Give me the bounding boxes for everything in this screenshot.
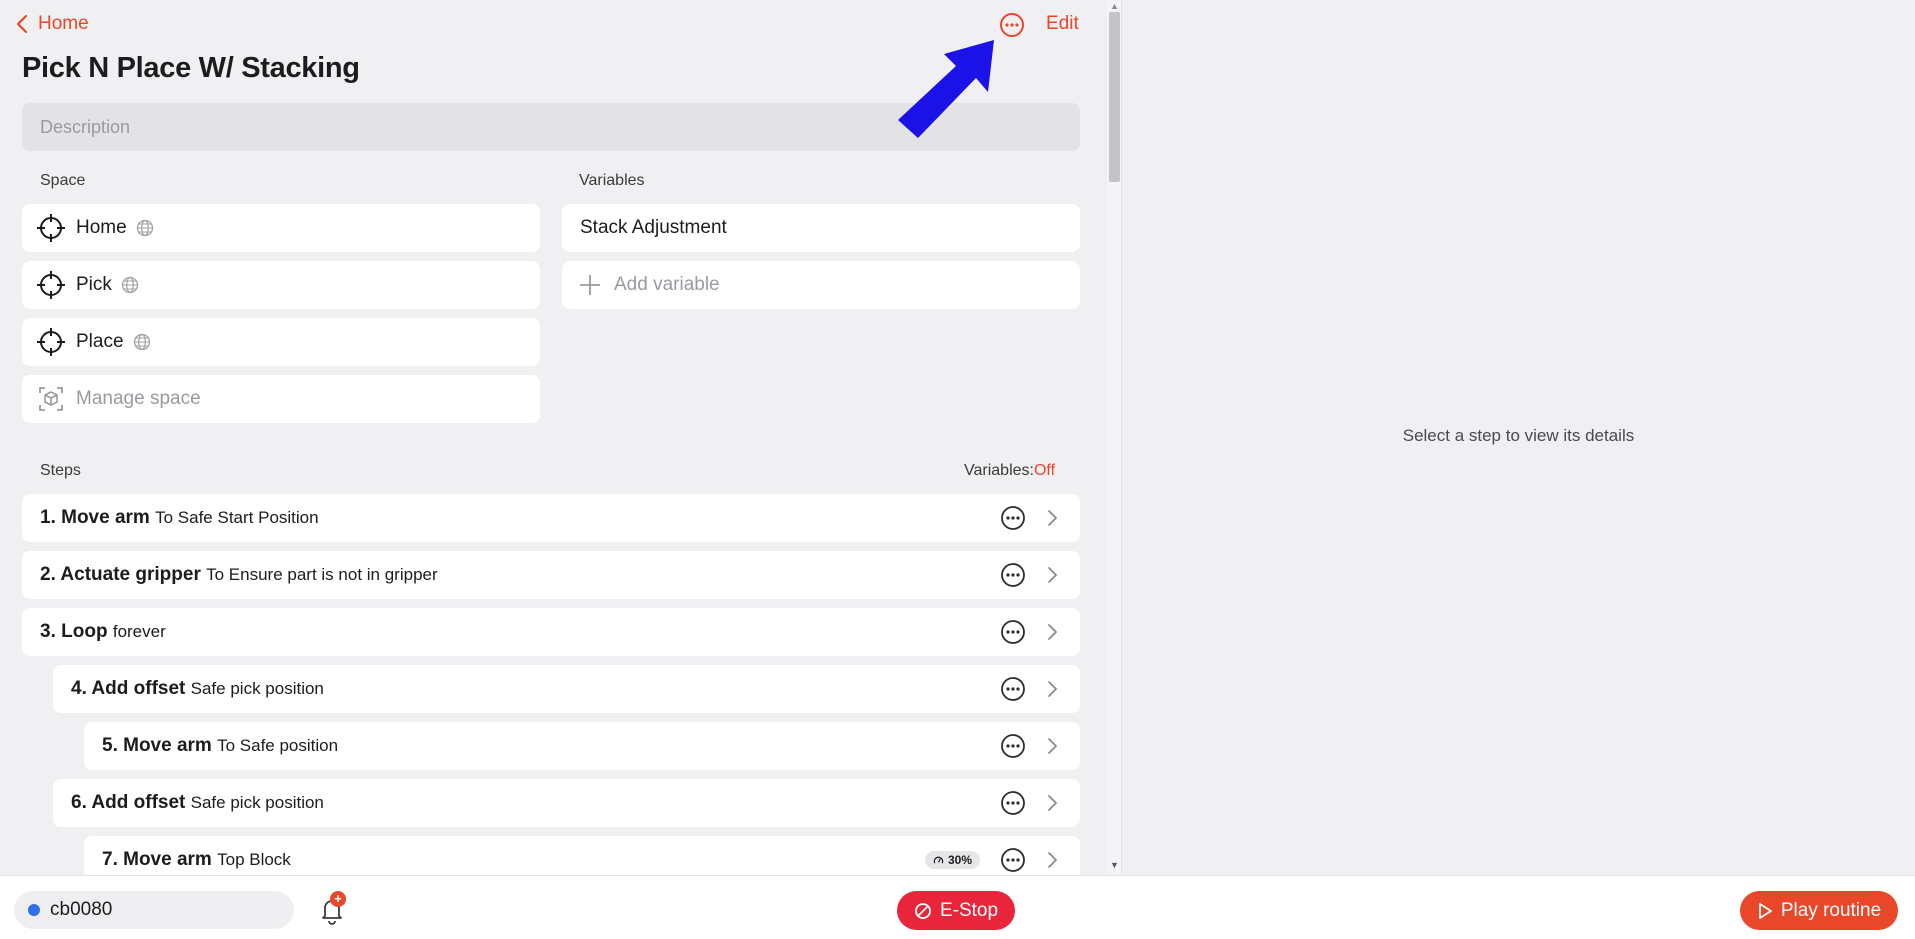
step-row-4[interactable]: 4. Add offset Safe pick position <box>53 665 1080 713</box>
routine-panel: Home Edit Pick N Place W/ Stacking Descr… <box>0 0 1107 875</box>
step-title: 6. Add offset <box>71 792 186 813</box>
chevron-right-icon[interactable] <box>1046 680 1058 698</box>
more-options-icon[interactable] <box>999 12 1025 38</box>
step-detail: forever <box>112 622 166 641</box>
variables-toggle-label: Variables: <box>964 462 1034 479</box>
play-icon <box>1758 902 1772 919</box>
step-title: 2. Actuate gripper <box>40 564 201 585</box>
device-status-dot <box>28 904 40 916</box>
crosshair-icon <box>37 328 65 356</box>
space-section-label: Space <box>40 172 86 189</box>
chevron-right-icon[interactable] <box>1046 737 1058 755</box>
space-item-place[interactable]: Place <box>22 318 540 366</box>
step-detail: Safe pick position <box>190 793 324 812</box>
variables-toggle-value: Off <box>1033 462 1056 479</box>
play-routine-label: Play routine <box>1780 899 1882 921</box>
space-item-home[interactable]: Home <box>22 204 540 252</box>
globe-icon <box>121 276 139 294</box>
steps-section-label: Steps <box>40 462 81 479</box>
space-item-label: Home <box>76 217 127 238</box>
step-detail: Top Block <box>217 850 291 869</box>
step-text: 2. Actuate gripper To Ensure part is not… <box>22 564 1000 586</box>
step-row-3[interactable]: 3. Loop forever <box>22 608 1080 656</box>
description-input[interactable]: Description <box>22 103 1080 151</box>
step-more-icon[interactable] <box>1000 676 1026 702</box>
scroll-up-icon[interactable]: ▲ <box>1110 1 1119 11</box>
space-item-pick[interactable]: Pick <box>22 261 540 309</box>
scrollbar-thumb[interactable] <box>1109 12 1120 182</box>
add-variable-label: Add variable <box>614 274 720 295</box>
step-title: 1. Move arm <box>40 507 150 528</box>
speed-gauge-icon <box>933 856 944 864</box>
chevron-right-icon[interactable] <box>1046 566 1058 584</box>
step-text: 7. Move arm Top Block <box>84 849 925 871</box>
top-bar: Home Edit <box>0 0 1107 50</box>
step-row-5[interactable]: 5. Move arm To Safe position <box>84 722 1080 770</box>
step-title: 5. Move arm <box>102 735 212 756</box>
play-routine-button[interactable]: Play routine <box>1740 891 1898 930</box>
chevron-right-icon[interactable] <box>1046 851 1058 869</box>
speed-badge-value: 30% <box>947 853 972 867</box>
step-title: 7. Move arm <box>102 849 212 870</box>
chevron-right-icon[interactable] <box>1046 794 1058 812</box>
estop-button[interactable]: E-Stop <box>897 891 1015 930</box>
step-more-icon[interactable] <box>1000 562 1026 588</box>
bottom-bar: cb0080 + E-Stop Play routine <box>0 875 1915 939</box>
step-text: 6. Add offset Safe pick position <box>53 792 1000 814</box>
step-text: 1. Move arm To Safe Start Position <box>22 507 1000 529</box>
step-more-icon[interactable] <box>1000 619 1026 645</box>
chevron-right-icon[interactable] <box>1046 509 1058 527</box>
step-more-icon[interactable] <box>1000 505 1026 531</box>
step-detail: To Safe Start Position <box>155 508 319 527</box>
add-variable-button[interactable]: Add variable <box>562 261 1080 309</box>
manage-space-button[interactable]: Manage space <box>22 375 540 423</box>
space-item-label: Pick <box>76 274 112 295</box>
chevron-left-icon <box>16 14 28 34</box>
step-row-6[interactable]: 6. Add offset Safe pick position <box>53 779 1080 827</box>
back-home-label: Home <box>38 13 89 34</box>
step-more-icon[interactable] <box>1000 847 1026 873</box>
globe-icon <box>136 219 153 237</box>
estop-label: E-Stop <box>939 899 999 921</box>
edit-button[interactable]: Edit <box>1046 13 1079 35</box>
step-title: 4. Add offset <box>71 678 186 699</box>
back-home-link[interactable]: Home <box>16 13 89 35</box>
step-row-7[interactable]: 7. Move arm Top Block 30% <box>84 836 1080 875</box>
step-text: 4. Add offset Safe pick position <box>53 678 1000 700</box>
app-root: Home Edit Pick N Place W/ Stacking Descr… <box>0 0 1915 939</box>
step-detail: To Safe position <box>217 736 339 755</box>
step-row-2[interactable]: 2. Actuate gripper To Ensure part is not… <box>22 551 1080 599</box>
page-title: Pick N Place W/ Stacking <box>22 52 360 84</box>
variables-toggle[interactable]: Variables:Off <box>964 462 1055 480</box>
notification-badge: + <box>330 891 346 907</box>
step-text: 3. Loop forever <box>22 621 1000 643</box>
cube-frame-icon <box>39 387 63 411</box>
crosshair-icon <box>37 271 65 299</box>
plus-icon <box>580 275 600 295</box>
step-title: 3. Loop <box>40 621 108 642</box>
speed-badge: 30% <box>924 851 980 869</box>
variable-item-label: Stack Adjustment <box>580 217 727 238</box>
step-details-empty-message: Select a step to view its details <box>1402 426 1635 445</box>
variables-section-label: Variables <box>579 172 645 189</box>
variable-item-stack-adjustment[interactable]: Stack Adjustment <box>562 204 1080 252</box>
space-item-label: Place <box>76 331 124 352</box>
device-selector[interactable]: cb0080 <box>14 891 294 929</box>
step-detail: Safe pick position <box>190 679 324 698</box>
manage-space-label: Manage space <box>76 388 201 409</box>
device-name: cb0080 <box>50 899 113 920</box>
step-row-1[interactable]: 1. Move arm To Safe Start Position <box>22 494 1080 542</box>
step-detail: To Ensure part is not in gripper <box>206 565 438 584</box>
globe-icon <box>133 333 150 351</box>
step-more-icon[interactable] <box>1000 733 1026 759</box>
chevron-right-icon[interactable] <box>1046 623 1058 641</box>
step-text: 5. Move arm To Safe position <box>84 735 1000 757</box>
crosshair-icon <box>37 214 65 242</box>
prohibited-icon <box>915 902 931 919</box>
scroll-down-icon[interactable]: ▼ <box>1110 860 1119 870</box>
step-more-icon[interactable] <box>1000 790 1026 816</box>
